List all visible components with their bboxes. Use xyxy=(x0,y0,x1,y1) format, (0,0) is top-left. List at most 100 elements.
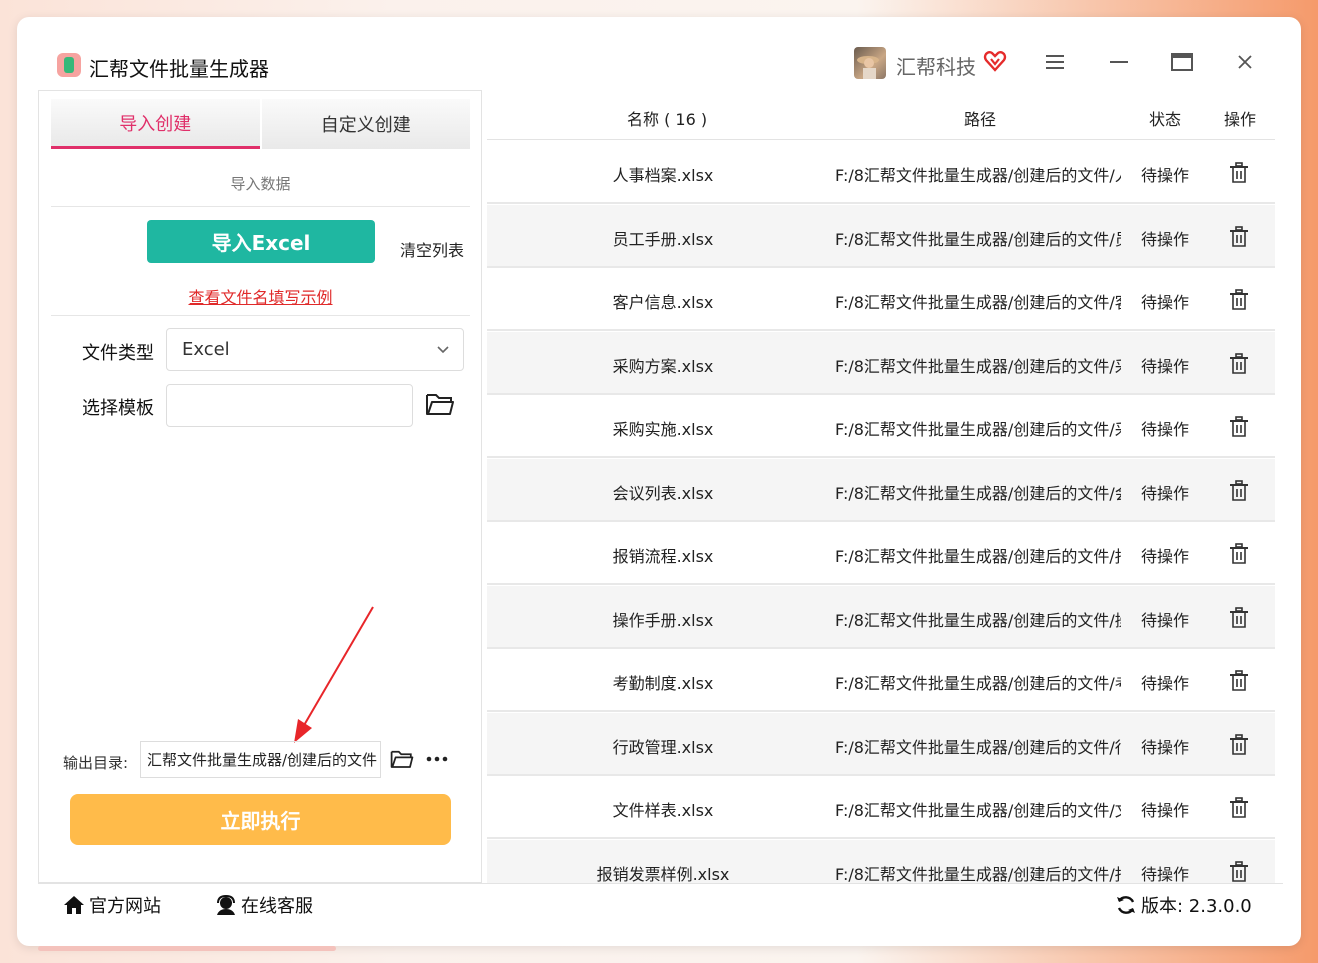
file-name-cell: 报销发票样例.xlsx xyxy=(596,864,730,884)
maximize-button[interactable] xyxy=(1167,47,1197,77)
trash-icon[interactable] xyxy=(1229,416,1249,438)
status-cell: 待操作 xyxy=(1141,801,1190,820)
output-dir-value: 汇帮文件批量生成器/创建后的文件 xyxy=(146,751,377,769)
template-label: 选择模板 xyxy=(82,398,154,419)
file-name-cell: 人事档案.xlsx xyxy=(612,166,714,185)
file-name-cell: 采购实施.xlsx xyxy=(612,420,714,439)
table-row[interactable]: 报销发票样例.xlsx F:/8汇帮文件批量生成器/创建后的文件/报销发票样例.x… xyxy=(487,839,1275,884)
close-button[interactable] xyxy=(1230,47,1260,77)
footer: 官方网站 在线客服 版本: 2.3.0.0 xyxy=(38,883,1283,945)
table-row[interactable]: 报销流程.xlsx F:/8汇帮文件批量生成器/创建后的文件/报销流程.xlsx 待… xyxy=(487,522,1275,585)
official-website-label: 官方网站 xyxy=(89,896,161,917)
trash-icon[interactable] xyxy=(1229,543,1249,565)
menu-button[interactable] xyxy=(1040,47,1070,77)
header-name: 名称 ( 16 ) xyxy=(627,110,708,129)
file-type-select[interactable]: Excel xyxy=(166,328,464,371)
table-row[interactable]: 文件样表.xlsx F:/8汇帮文件批量生成器/创建后的文件/文件样表.xlsx 待… xyxy=(487,776,1275,839)
app-logo-icon xyxy=(57,53,81,77)
trash-icon[interactable] xyxy=(1229,225,1249,248)
tab-custom-create[interactable]: 自定义创建 xyxy=(259,99,470,149)
template-input[interactable] xyxy=(166,384,413,427)
status-cell: 待操作 xyxy=(1141,547,1190,566)
template-folder-icon[interactable] xyxy=(425,391,455,417)
table-row[interactable]: 考勤制度.xlsx F:/8汇帮文件批量生成器/创建后的文件/考勤制度.xlsx 待… xyxy=(487,649,1275,712)
background-scroll-hint xyxy=(38,946,336,951)
trash-icon[interactable] xyxy=(1229,352,1249,375)
file-path-cell: F:/8汇帮文件批量生成器/创建后的文件/报销流程.xlsx xyxy=(835,547,1121,566)
file-path-cell: F:/8汇帮文件批量生成器/创建后的文件/报销发票样例.xlsx xyxy=(835,864,1121,884)
status-cell: 待操作 xyxy=(1141,293,1190,312)
official-website-link[interactable]: 官方网站 xyxy=(63,892,161,918)
divider xyxy=(51,315,470,316)
file-path-cell: F:/8汇帮文件批量生成器/创建后的文件/员工手册.xlsx xyxy=(835,229,1121,249)
menu-icon xyxy=(1046,55,1064,69)
status-cell: 待操作 xyxy=(1141,864,1190,884)
maximize-icon xyxy=(1171,53,1193,71)
tab-import-create[interactable]: 导入创建 xyxy=(51,99,260,149)
app-title: 汇帮文件批量生成器 xyxy=(89,57,269,81)
import-excel-button[interactable]: 导入Excel xyxy=(147,220,375,263)
chevron-down-icon xyxy=(437,346,449,354)
status-cell: 待操作 xyxy=(1141,483,1190,503)
file-name-cell: 客户信息.xlsx xyxy=(612,293,714,312)
minimize-icon xyxy=(1110,61,1128,63)
close-icon xyxy=(1238,55,1252,69)
output-dir-input[interactable]: 汇帮文件批量生成器/创建后的文件 xyxy=(140,741,381,778)
status-cell: 待操作 xyxy=(1141,674,1190,693)
app-window: 汇帮文件批量生成器 汇帮科技 导入创建 自定义创建 导入数据 导入Excel 清… xyxy=(17,17,1301,946)
trash-icon[interactable] xyxy=(1229,860,1249,883)
status-cell: 待操作 xyxy=(1141,229,1190,249)
file-type-value: Excel xyxy=(182,339,230,360)
table-row[interactable]: 操作手册.xlsx F:/8汇帮文件批量生成器/创建后的文件/操作手册.xlsx 待… xyxy=(487,585,1275,649)
file-type-label: 文件类型 xyxy=(82,343,154,364)
table-row[interactable]: 采购方案.xlsx F:/8汇帮文件批量生成器/创建后的文件/采购方案.xlsx 待… xyxy=(487,331,1275,395)
file-path-cell: F:/8汇帮文件批量生成器/创建后的文件/会议列表.xlsx xyxy=(835,483,1121,503)
table-row[interactable]: 采购实施.xlsx F:/8汇帮文件批量生成器/创建后的文件/采购实施.xlsx 待… xyxy=(487,395,1275,458)
trash-icon[interactable] xyxy=(1229,797,1249,819)
user-avatar[interactable] xyxy=(854,47,886,79)
trash-icon[interactable] xyxy=(1229,606,1249,629)
online-support-link[interactable]: 在线客服 xyxy=(215,892,313,918)
example-link[interactable]: 查看文件名填写示例 xyxy=(51,284,470,308)
file-path-cell: F:/8汇帮文件批量生成器/创建后的文件/人事档案.xlsx xyxy=(835,166,1121,185)
table-row[interactable]: 员工手册.xlsx F:/8汇帮文件批量生成器/创建后的文件/员工手册.xlsx 待… xyxy=(487,204,1275,268)
refresh-icon[interactable] xyxy=(1115,894,1137,916)
table-row[interactable]: 客户信息.xlsx F:/8汇帮文件批量生成器/创建后的文件/客户信息.xlsx 待… xyxy=(487,268,1275,331)
status-cell: 待操作 xyxy=(1141,737,1190,757)
file-table: 名称 ( 16 ) 路径 状态 操作 人事档案.xlsx F:/8汇帮文件批量生成… xyxy=(487,90,1275,883)
section-label-import-data: 导入数据 xyxy=(230,175,291,193)
trash-icon[interactable] xyxy=(1229,733,1249,756)
trash-icon[interactable] xyxy=(1229,289,1249,311)
version-label: 版本: 2.3.0.0 xyxy=(1141,896,1252,917)
table-row[interactable]: 人事档案.xlsx F:/8汇帮文件批量生成器/创建后的文件/人事档案.xlsx 待… xyxy=(487,141,1275,204)
file-name-cell: 行政管理.xlsx xyxy=(612,737,714,757)
file-name-cell: 采购方案.xlsx xyxy=(612,356,714,376)
file-path-cell: F:/8汇帮文件批量生成器/创建后的文件/文件样表.xlsx xyxy=(835,801,1121,820)
header-action: 操作 xyxy=(1224,110,1257,129)
file-path-cell: F:/8汇帮文件批量生成器/创建后的文件/操作手册.xlsx xyxy=(835,610,1121,630)
status-cell: 待操作 xyxy=(1141,356,1190,376)
trash-icon[interactable] xyxy=(1229,162,1249,184)
table-row[interactable]: 行政管理.xlsx F:/8汇帮文件批量生成器/创建后的文件/行政管理.xlsx 待… xyxy=(487,712,1275,776)
minimize-button[interactable] xyxy=(1104,47,1134,77)
trash-icon[interactable] xyxy=(1229,670,1249,692)
run-now-button[interactable]: 立即执行 xyxy=(70,794,451,845)
mode-tabs: 导入创建 自定义创建 xyxy=(51,99,470,149)
online-support-label: 在线客服 xyxy=(241,896,313,917)
output-folder-icon[interactable] xyxy=(390,748,414,770)
divider xyxy=(51,206,470,207)
status-cell: 待操作 xyxy=(1141,166,1190,185)
file-path-cell: F:/8汇帮文件批量生成器/创建后的文件/行政管理.xlsx xyxy=(835,737,1121,757)
status-cell: 待操作 xyxy=(1141,420,1190,439)
output-dir-label: 输出目录: xyxy=(63,754,129,772)
more-icon[interactable] xyxy=(425,747,449,771)
table-row[interactable]: 会议列表.xlsx F:/8汇帮文件批量生成器/创建后的文件/会议列表.xlsx 待… xyxy=(487,458,1275,522)
file-path-cell: F:/8汇帮文件批量生成器/创建后的文件/考勤制度.xlsx xyxy=(835,674,1121,693)
clear-list-button[interactable]: 清空列表 xyxy=(400,237,464,261)
vip-heart-icon[interactable] xyxy=(983,49,1007,73)
file-path-cell: F:/8汇帮文件批量生成器/创建后的文件/采购实施.xlsx xyxy=(835,420,1121,439)
trash-icon[interactable] xyxy=(1229,479,1249,502)
support-icon xyxy=(217,894,235,915)
file-path-cell: F:/8汇帮文件批量生成器/创建后的文件/客户信息.xlsx xyxy=(835,293,1121,312)
file-name-cell: 考勤制度.xlsx xyxy=(612,674,714,693)
